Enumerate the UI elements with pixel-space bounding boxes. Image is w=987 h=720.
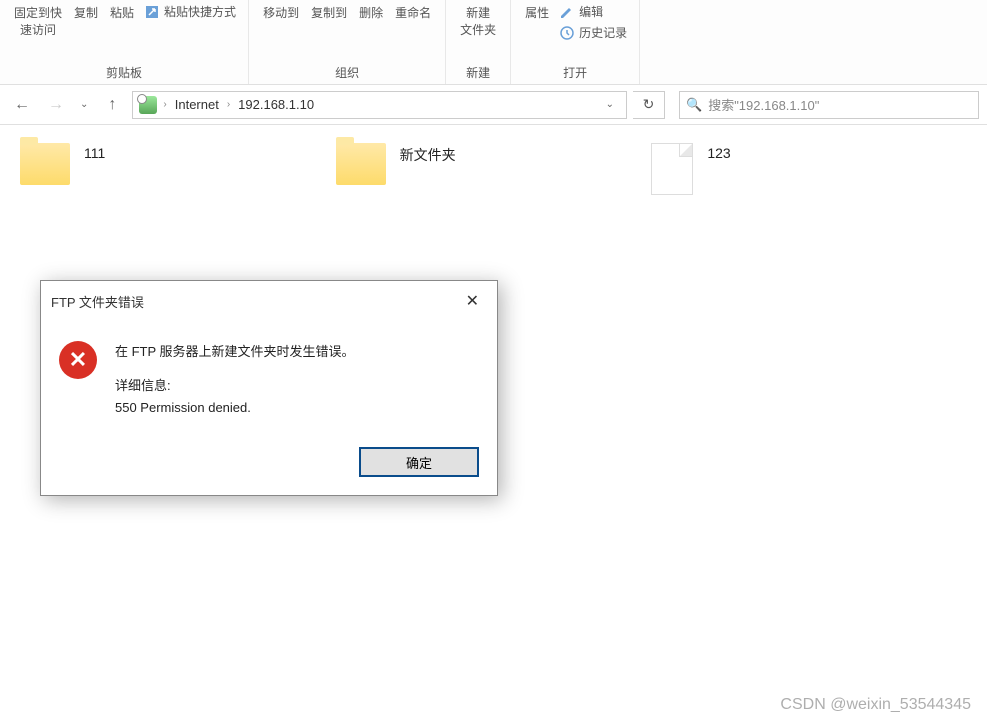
network-location-icon (139, 96, 157, 114)
dialog-details-label: 详细信息: (115, 375, 355, 397)
file-list-area: 111 新文件夹 123 (0, 125, 987, 213)
search-icon: 🔍 (686, 97, 702, 113)
ribbon-group-organize: 移动到 复制到 删除 重命名 组织 (249, 0, 446, 84)
dialog-title: FTP 文件夹错误 (51, 292, 144, 311)
up-button[interactable]: ↑ (98, 91, 126, 119)
edit-icon (559, 4, 575, 20)
file-name: 111 (84, 143, 105, 161)
chevron-right-icon[interactable]: › (225, 99, 232, 110)
folder-icon (20, 143, 70, 185)
dialog-message-area: 在 FTP 服务器上新建文件夹时发生错误。 详细信息: 550 Permissi… (115, 341, 355, 419)
pin-quick-access-button[interactable]: 固定到快 速访问 (8, 2, 68, 40)
breadcrumb-item-address[interactable]: 192.168.1.10 (236, 97, 316, 112)
properties-button[interactable]: 属性 (519, 2, 555, 23)
error-icon: ✕ (59, 341, 97, 379)
paste-shortcut-button[interactable]: 粘贴快捷方式 (140, 2, 240, 21)
rename-button[interactable]: 重命名 (389, 2, 437, 23)
file-icon (651, 143, 693, 195)
back-button[interactable]: ← (8, 91, 36, 119)
list-item[interactable]: 新文件夹 (336, 143, 652, 195)
clipboard-group-label: 剪贴板 (106, 61, 142, 84)
delete-button[interactable]: 删除 (353, 2, 389, 23)
error-dialog: FTP 文件夹错误 ✕ ✕ 在 FTP 服务器上新建文件夹时发生错误。 详细信息… (40, 280, 498, 496)
dialog-message: 在 FTP 服务器上新建文件夹时发生错误。 (115, 341, 355, 363)
chevron-right-icon[interactable]: › (161, 99, 168, 110)
folder-icon (336, 143, 386, 185)
copy-button[interactable]: 复制 (68, 2, 104, 23)
breadcrumb[interactable]: › Internet › 192.168.1.10 ⌄ (132, 91, 627, 119)
ok-button[interactable]: 确定 (359, 447, 479, 477)
shortcut-icon (144, 4, 160, 20)
list-item[interactable]: 123 (651, 143, 967, 195)
dialog-details-text: 550 Permission denied. (115, 397, 355, 419)
breadcrumb-item-internet[interactable]: Internet (173, 97, 221, 112)
ribbon-group-clipboard: 固定到快 速访问 复制 粘贴 粘贴快捷方式 剪贴板 (0, 0, 249, 84)
ribbon-toolbar: 固定到快 速访问 复制 粘贴 粘贴快捷方式 剪贴板 移动到 复制到 删除 重命名… (0, 0, 987, 85)
search-placeholder: 搜索"192.168.1.10" (708, 95, 819, 114)
copy-to-button[interactable]: 复制到 (305, 2, 353, 23)
history-icon (559, 25, 575, 41)
ribbon-group-open: 属性 编辑 历史记录 打开 (511, 0, 640, 84)
edit-button[interactable]: 编辑 (555, 2, 631, 21)
new-folder-button[interactable]: 新建 文件夹 (454, 2, 502, 40)
watermark: CSDN @weixin_53544345 (780, 696, 971, 714)
file-name: 新文件夹 (400, 143, 456, 165)
file-name: 123 (707, 143, 730, 161)
navigation-bar: ← → ⌄ ↑ › Internet › 192.168.1.10 ⌄ ↻ 🔍 … (0, 85, 987, 125)
paste-button[interactable]: 粘贴 (104, 2, 140, 23)
history-button[interactable]: 历史记录 (555, 23, 631, 42)
open-group-label: 打开 (563, 61, 587, 84)
refresh-button[interactable]: ↻ (633, 91, 665, 119)
ribbon-group-new: 新建 文件夹 新建 (446, 0, 511, 84)
close-button[interactable]: ✕ (458, 289, 487, 313)
dialog-title-bar: FTP 文件夹错误 ✕ (41, 281, 497, 321)
history-dropdown[interactable]: ⌄ (76, 99, 92, 110)
organize-group-label: 组织 (335, 61, 359, 84)
search-input[interactable]: 🔍 搜索"192.168.1.10" (679, 91, 979, 119)
move-to-button[interactable]: 移动到 (257, 2, 305, 23)
forward-button[interactable]: → (42, 91, 70, 119)
breadcrumb-dropdown[interactable]: ⌄ (600, 99, 620, 110)
new-group-label: 新建 (466, 61, 490, 84)
list-item[interactable]: 111 (20, 143, 336, 195)
